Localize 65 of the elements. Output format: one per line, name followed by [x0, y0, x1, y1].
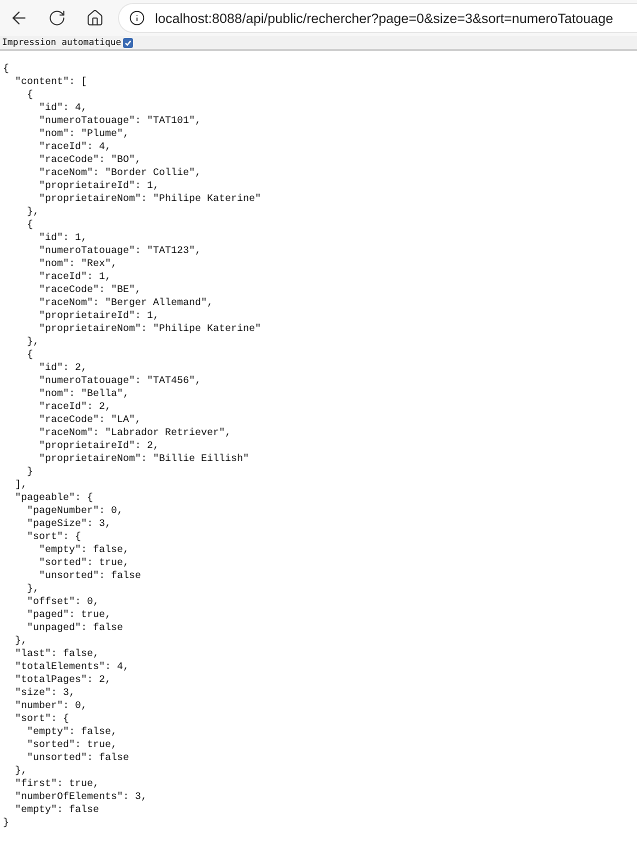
json-line: "id": 2,	[39, 363, 88, 374]
json-line: "offset": 0,	[27, 597, 100, 608]
json-line: "totalElements": 4,	[15, 662, 130, 673]
json-line: "raceId": 4,	[39, 142, 112, 153]
json-line: "raceNom": "Labrador Retriever",	[39, 428, 232, 439]
json-line: "numberOfElements": 3,	[15, 792, 148, 803]
json-line: "proprietaireNom": "Billie Eillish"	[39, 454, 250, 465]
json-line: },	[15, 766, 28, 777]
json-line: "size": 3,	[15, 688, 76, 699]
json-line: "totalPages": 2,	[15, 675, 112, 686]
json-line: "sort": {	[27, 532, 82, 543]
json-line: "proprietaireId": 1,	[39, 311, 160, 322]
json-line: ],	[15, 480, 28, 491]
json-line: {	[27, 220, 34, 231]
json-line: "proprietaireId": 2,	[39, 441, 160, 452]
json-line: {	[27, 350, 34, 361]
json-line: "proprietaireId": 1,	[39, 181, 160, 192]
json-line: "pageNumber": 0,	[27, 506, 124, 517]
json-line: "id": 1,	[39, 233, 88, 244]
json-line: }	[3, 818, 10, 829]
json-line: {	[27, 90, 34, 101]
json-line: "unsorted": false	[39, 571, 142, 582]
json-line: "unsorted": false	[27, 753, 130, 764]
json-line: "sorted": true,	[27, 740, 118, 751]
json-line: }	[27, 467, 34, 478]
json-line: "raceNom": "Border Collie",	[39, 168, 202, 179]
json-line: "empty": false	[15, 805, 100, 816]
json-line: "pageable": {	[15, 493, 94, 504]
json-line: },	[27, 207, 40, 218]
json-line: "raceId": 2,	[39, 402, 112, 413]
json-line: "raceCode": "BO",	[39, 155, 142, 166]
json-line: "last": false,	[15, 649, 100, 660]
json-line: "raceId": 1,	[39, 272, 112, 283]
json-line: "pageSize": 3,	[27, 519, 112, 530]
json-line: "first": true,	[15, 779, 100, 790]
json-line: "unpaged": false	[27, 623, 124, 634]
json-line: "raceNom": "Berger Allemand",	[39, 298, 214, 309]
json-line: "empty": false,	[27, 727, 118, 738]
json-line: "number": 0,	[15, 701, 88, 712]
json-line: "raceCode": "LA",	[39, 415, 142, 426]
print-label: Impression automatique	[2, 38, 122, 48]
json-line: "numeroTatouage": "TAT123",	[39, 246, 202, 257]
json-line: "id": 4,	[39, 103, 88, 114]
json-line: "nom": "Rex",	[39, 259, 118, 270]
json-line: "sorted": true,	[39, 558, 130, 569]
json-line: "empty": false,	[39, 545, 130, 556]
json-line: "content": [	[15, 77, 88, 88]
json-line: "nom": "Plume",	[39, 129, 130, 140]
reload-icon	[48, 9, 66, 27]
json-line: "proprietaireNom": "Philipe Katerine"	[39, 194, 262, 205]
json-line: "paged": true,	[27, 610, 112, 621]
json-line: "raceCode": "BE",	[39, 285, 142, 296]
json-line: },	[27, 584, 40, 595]
print-checkbox[interactable]	[123, 38, 134, 48]
json-line: },	[15, 636, 28, 647]
json-line: "numeroTatouage": "TAT456",	[39, 376, 202, 387]
home-icon	[86, 9, 104, 27]
json-line: "numeroTatouage": "TAT101",	[39, 116, 202, 127]
json-line: "proprietaireNom": "Philipe Katerine"	[39, 324, 262, 335]
json-line: "sort": {	[15, 714, 70, 725]
json-line: "nom": "Bella",	[39, 389, 130, 400]
address-bar[interactable]: localhost:8088/api/public/rechercher?page=0&size=3&sort=numeroTatouage	[118, 3, 637, 33]
info-icon[interactable]	[129, 10, 145, 26]
json-line: {	[3, 64, 10, 75]
json-line: },	[27, 337, 40, 348]
